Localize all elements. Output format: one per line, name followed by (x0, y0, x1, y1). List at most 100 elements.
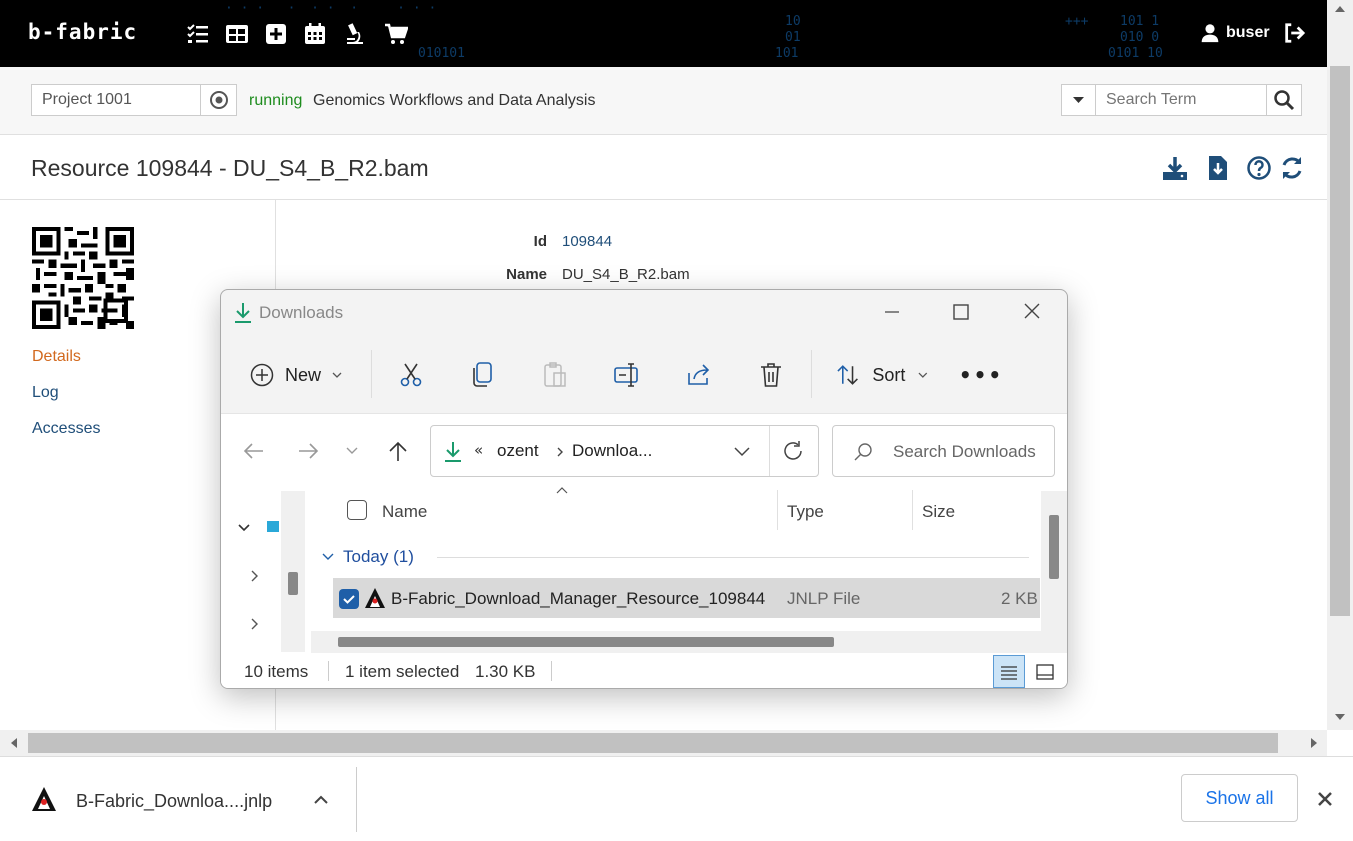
window-title: Downloads (259, 303, 344, 322)
file-row-checkbox[interactable] (339, 589, 359, 609)
download-icon[interactable] (1162, 155, 1188, 181)
file-row[interactable]: B-Fabric_Download_Manager_Resource_10984… (333, 578, 1040, 618)
sidebar-item-accesses[interactable]: Accesses (32, 420, 100, 438)
scroll-down-arrow-icon[interactable] (1333, 712, 1347, 722)
sidebar-item-log[interactable]: Log (32, 384, 59, 402)
group-header-today[interactable]: Today (1) (343, 547, 414, 567)
file-explorer-window: Downloads New Sort ••• « ozent Downloa..… (220, 289, 1068, 689)
project-bar: running Genomics Workflows and Data Anal… (0, 67, 1327, 135)
maximize-icon[interactable] (951, 302, 971, 322)
b-fabric-logo[interactable]: b-fabric (28, 20, 137, 44)
logout-icon[interactable] (1282, 22, 1306, 44)
column-header-type[interactable]: Type (787, 502, 824, 522)
column-header-name[interactable]: Name (382, 502, 427, 522)
close-icon[interactable] (1313, 787, 1337, 811)
show-all-button[interactable]: Show all (1181, 774, 1298, 822)
search-icon (854, 443, 872, 461)
id-label: Id (533, 233, 547, 250)
minimize-icon[interactable] (882, 302, 902, 322)
more-options-button[interactable]: ••• (959, 348, 1003, 402)
status-separator (551, 661, 552, 681)
paste-icon (544, 362, 566, 387)
search-placeholder: Search Downloads (893, 442, 1036, 461)
chevron-up-icon[interactable] (312, 791, 330, 807)
address-bar[interactable]: « ozent Downloa... (430, 425, 819, 477)
breadcrumb-overflow[interactable]: « (474, 441, 483, 459)
project-input[interactable] (31, 84, 201, 116)
horizontal-scroll-thumb[interactable] (28, 733, 1278, 753)
details-view-button[interactable] (993, 655, 1025, 688)
explorer-content: « ozent Downloa... Search Downloads Name… (221, 413, 1067, 654)
window-close-icon[interactable] (1022, 301, 1042, 321)
delete-button[interactable] (753, 348, 789, 402)
help-icon[interactable] (1246, 155, 1272, 181)
back-arrow-icon[interactable] (243, 441, 265, 461)
calendar-icon[interactable] (303, 22, 327, 46)
rename-button[interactable] (609, 348, 645, 402)
column-separator[interactable] (777, 490, 778, 530)
selection-size: 1.30 KB (475, 662, 536, 681)
file-name[interactable]: B-Fabric_Download_Manager_Resource_10984… (391, 589, 765, 609)
up-arrow-icon[interactable] (387, 440, 409, 462)
refresh-icon[interactable] (781, 439, 805, 463)
chevron-down-icon (918, 372, 928, 378)
expand-chevron-icon[interactable] (237, 522, 251, 534)
list-horizontal-scroll-thumb[interactable] (338, 637, 834, 647)
sidebar-item-details[interactable]: Details (32, 348, 81, 366)
column-header-size[interactable]: Size (922, 502, 955, 522)
downloads-icon (445, 442, 461, 462)
cart-icon[interactable] (384, 22, 408, 46)
scroll-left-arrow-icon[interactable] (8, 736, 20, 750)
list-vertical-scroll-thumb[interactable] (1049, 515, 1059, 579)
id-value[interactable]: 109844 (562, 233, 612, 250)
share-button[interactable] (681, 348, 717, 402)
microscope-icon[interactable] (343, 22, 367, 46)
collapse-chevron-icon[interactable] (249, 569, 261, 583)
trash-icon (761, 363, 781, 387)
download-file-name[interactable]: B-Fabric_Downloa....jnlp (76, 791, 272, 812)
recent-locations-chevron-icon[interactable] (345, 446, 359, 456)
scroll-right-arrow-icon[interactable] (1308, 736, 1320, 750)
this-pc-icon[interactable] (265, 520, 279, 536)
address-dropdown-icon[interactable] (732, 444, 752, 458)
new-button[interactable]: New (249, 348, 349, 402)
name-label: Name (506, 266, 547, 283)
user-menu[interactable]: buser (1200, 22, 1306, 44)
header-bits-4: 010101 (418, 46, 465, 61)
paste-button[interactable] (537, 348, 573, 402)
qr-code-icon (32, 227, 134, 329)
address-separator (769, 426, 770, 476)
column-separator[interactable] (912, 490, 913, 530)
tiles-view-button[interactable] (1031, 657, 1061, 687)
search-button[interactable] (1266, 84, 1302, 116)
group-collapse-icon[interactable] (321, 551, 335, 563)
plus-circle-icon (250, 363, 274, 387)
file-download-icon[interactable] (1205, 155, 1231, 181)
explorer-status-bar: 10 items 1 item selected 1.30 KB (221, 653, 1067, 688)
search-scope-dropdown[interactable] (1061, 84, 1096, 116)
search-input[interactable] (1095, 84, 1267, 116)
table-icon[interactable] (225, 22, 249, 46)
add-icon[interactable] (264, 22, 288, 46)
breadcrumb-item-downloads[interactable]: Downloa... (572, 441, 652, 461)
forward-arrow-icon[interactable] (297, 441, 319, 461)
cut-button[interactable] (393, 348, 429, 402)
header-decoration: · · · · · · · · · · (225, 1, 437, 16)
breadcrumb-separator-icon (557, 447, 563, 457)
select-all-checkbox[interactable] (347, 500, 367, 520)
copy-button[interactable] (465, 348, 501, 402)
header-bits-7: 0101 10 (1108, 46, 1163, 61)
file-size: 2 KB (1001, 589, 1038, 608)
collapse-chevron-icon[interactable] (249, 617, 261, 631)
sort-button[interactable]: Sort (835, 348, 929, 402)
refresh-icon[interactable] (1279, 155, 1305, 181)
project-select-button[interactable] (200, 84, 237, 116)
tasks-icon[interactable] (186, 22, 210, 46)
vertical-scroll-thumb[interactable] (1330, 66, 1350, 616)
java-duke-icon (32, 787, 56, 811)
breadcrumb-item-ozent[interactable]: ozent (497, 441, 539, 461)
explorer-search-box[interactable]: Search Downloads (832, 425, 1055, 477)
file-type: JNLP File (787, 589, 861, 608)
nav-pane-scroll-thumb[interactable] (288, 572, 298, 595)
scroll-up-arrow-icon[interactable] (1333, 4, 1347, 14)
